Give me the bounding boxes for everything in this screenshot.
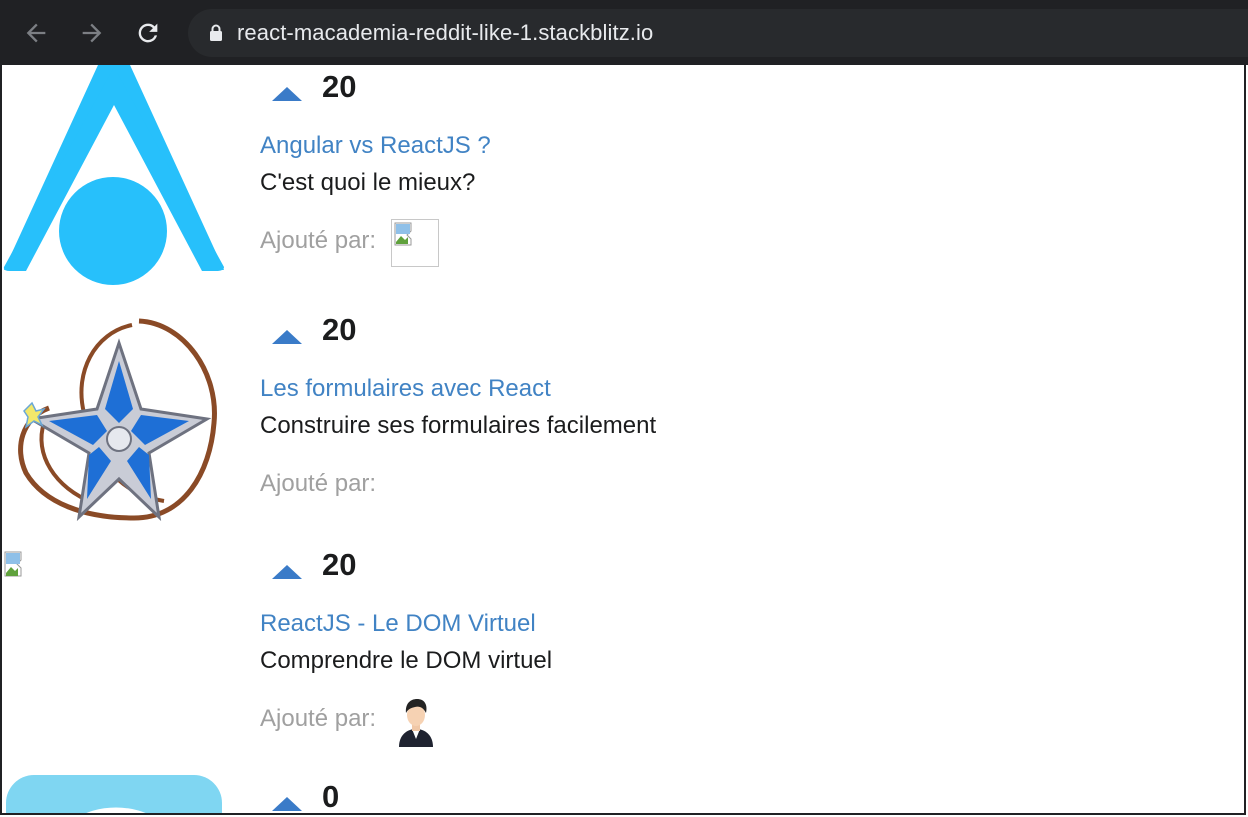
list-item: 20 ReactJS - Le DOM Virtuel Comprendre l…	[2, 545, 1242, 767]
lock-icon	[210, 24, 222, 41]
post-description: C'est quoi le mieux?	[260, 169, 476, 196]
user-avatar-icon	[399, 699, 433, 747]
post-description: Comprendre le DOM virtuel	[260, 647, 553, 674]
arrow-right-icon	[82, 23, 102, 43]
vote-count: 20	[322, 312, 357, 347]
angular-a-logo-icon	[3, 65, 224, 285]
upvote-arrow-icon[interactable]	[272, 330, 302, 344]
reload-icon	[138, 23, 158, 43]
arrow-left-icon	[26, 23, 46, 43]
vote-count: 20	[322, 69, 357, 104]
upvote-arrow-icon[interactable]	[272, 87, 302, 101]
added-by-label: Ajouté par:	[260, 705, 377, 732]
post-title-link[interactable]: Les formulaires avec React	[260, 375, 551, 403]
app-logo-icon	[6, 775, 222, 813]
author-avatar	[391, 219, 439, 267]
added-by-label: Ajouté par:	[260, 227, 377, 254]
forward-button[interactable]	[77, 18, 107, 48]
vote-count: 0	[322, 779, 340, 814]
post-title-link[interactable]: Angular vs ReactJS ?	[260, 132, 491, 160]
upvote-arrow-icon[interactable]	[272, 565, 302, 579]
post-list: 20 Angular vs ReactJS ? C'est quoi le mi…	[0, 65, 1246, 815]
url-text[interactable]: react-macademia-reddit-like-1.stackblitz…	[237, 20, 653, 46]
reload-button[interactable]	[133, 18, 163, 48]
list-item: 20 Les formulaires avec React Construire…	[2, 305, 1242, 545]
list-item: 20 Angular vs ReactJS ? C'est quoi le mi…	[2, 65, 1242, 305]
added-by-label: Ajouté par:	[260, 470, 377, 497]
upvote-arrow-icon[interactable]	[272, 797, 302, 811]
broken-image-icon	[394, 222, 412, 246]
vote-count: 20	[322, 547, 357, 582]
list-item: 0	[2, 767, 1242, 814]
broken-image-icon	[4, 551, 22, 577]
star-pendant-icon	[18, 318, 217, 522]
post-description: Construire ses formulaires facilement	[260, 412, 657, 439]
address-bar[interactable]: react-macademia-reddit-like-1.stackblitz…	[188, 9, 1248, 57]
post-title-link[interactable]: ReactJS - Le DOM Virtuel	[260, 610, 536, 638]
back-button[interactable]	[21, 18, 51, 48]
browser-toolbar: react-macademia-reddit-like-1.stackblitz…	[0, 0, 1248, 65]
